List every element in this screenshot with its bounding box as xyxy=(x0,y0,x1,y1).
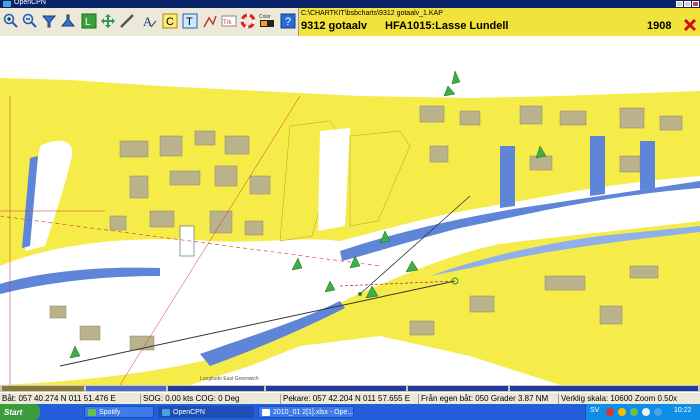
boat-position-status: Båt: 057 40.274 N 011 51.476 E xyxy=(2,394,116,403)
clock[interactable]: 10:22 xyxy=(674,407,692,414)
pencil-icon xyxy=(120,14,134,28)
move-arrows-icon xyxy=(101,14,115,28)
help-button[interactable]: ? xyxy=(279,11,297,31)
svg-text:T: T xyxy=(186,16,193,28)
track-button[interactable]: Trk xyxy=(220,11,238,31)
status-divider xyxy=(418,394,419,404)
language-indicator[interactable]: SV xyxy=(590,407,599,414)
tray-app-icon[interactable] xyxy=(630,408,638,416)
tray-network-icon[interactable] xyxy=(618,408,626,416)
pan-button[interactable]: L xyxy=(80,11,98,31)
scale-out-button[interactable] xyxy=(59,11,77,31)
funnel-down-icon xyxy=(41,15,57,28)
measure-button[interactable] xyxy=(118,11,136,31)
range-bearing-status: Från egen båt: 050 Grader 3.87 NM xyxy=(421,394,549,403)
status-divider xyxy=(558,394,559,404)
piano-key[interactable] xyxy=(510,386,698,391)
taskbar-item-spotify[interactable]: Spotify xyxy=(84,406,154,418)
font-a-icon: A xyxy=(143,14,157,29)
taskbar-item-label: OpenCPN xyxy=(173,409,205,416)
current-c-icon: C xyxy=(162,13,178,29)
drag-button[interactable] xyxy=(99,11,117,31)
green-square-icon: L xyxy=(81,13,97,29)
start-button[interactable]: Start xyxy=(0,404,40,420)
route-button[interactable] xyxy=(201,11,219,31)
piano-key-active[interactable] xyxy=(2,386,84,391)
funnel-up-icon xyxy=(60,14,76,27)
building-white xyxy=(179,225,195,257)
dock-basin xyxy=(640,141,655,190)
opencpn-icon xyxy=(162,409,170,416)
text-button[interactable]: A xyxy=(140,11,158,31)
system-tray: SV 10:22 xyxy=(585,404,700,420)
cursor-position-status: Pekare: 057 42.204 N 011 57.655 E xyxy=(283,394,411,403)
track-icon: Trk xyxy=(221,15,237,27)
color-palette-icon: Color xyxy=(259,14,274,27)
status-divider xyxy=(140,394,141,404)
help-question-icon: ? xyxy=(280,13,296,29)
nautical-chart[interactable]: Longitude East Greenwich xyxy=(0,36,700,385)
piano-key[interactable] xyxy=(408,386,508,391)
current-button[interactable]: C xyxy=(161,11,179,31)
dock-basin xyxy=(318,128,350,231)
status-divider xyxy=(280,394,281,404)
taskbar-item-label: Spotify xyxy=(99,409,121,416)
taskbar-item-label: 2010_01 2[1].xlsx - Ope... xyxy=(273,409,354,416)
maximize-button[interactable] xyxy=(684,1,691,7)
minimize-button[interactable] xyxy=(676,1,683,7)
taskbar: Start Spotify OpenCPN 2010_01 2[1].xlsx … xyxy=(0,404,700,420)
tide-button[interactable]: T xyxy=(181,11,199,31)
lifebuoy-icon xyxy=(240,13,256,29)
taskbar-item-opencpn[interactable]: OpenCPN xyxy=(158,406,254,418)
zoom-in-button[interactable] xyxy=(2,11,20,31)
spreadsheet-icon xyxy=(262,409,270,416)
start-label: Start xyxy=(4,407,23,417)
piano-key[interactable] xyxy=(86,386,166,391)
grid-label: Longitude East Greenwich xyxy=(200,376,259,382)
opencpn-app-icon xyxy=(3,1,11,7)
zoom-out-button[interactable] xyxy=(21,11,39,31)
piano-key[interactable] xyxy=(266,386,406,391)
svg-text:?: ? xyxy=(285,16,291,28)
dock-basin xyxy=(590,136,605,196)
tray-shield-icon[interactable] xyxy=(606,408,614,416)
waypoint-marker[interactable] xyxy=(358,292,362,296)
chart-publication: HFA1015:Lasse Lundell xyxy=(385,20,509,32)
tray-volume-icon[interactable] xyxy=(642,408,650,416)
scale-in-button[interactable] xyxy=(40,11,58,31)
chart-piano-bar xyxy=(0,385,700,392)
svg-text:Trk: Trk xyxy=(223,20,232,26)
color-scheme-button[interactable]: Color xyxy=(258,11,276,31)
piano-key[interactable] xyxy=(168,386,264,391)
zoom-out-icon xyxy=(22,13,37,28)
svg-text:L: L xyxy=(85,17,91,28)
taskbar-item-spreadsheet[interactable]: 2010_01 2[1].xlsx - Ope... xyxy=(258,406,354,418)
chart-edition: 1908 xyxy=(647,20,672,32)
close-chart-icon[interactable] xyxy=(683,18,697,32)
scale-zoom-status: Verklig skala: 10600 Zoom 0.50x xyxy=(561,394,678,403)
spotify-icon xyxy=(88,409,96,416)
chart-canvas[interactable]: Longitude East Greenwich xyxy=(0,36,700,385)
window-titlebar: OpenCPN xyxy=(0,0,700,8)
route-icon xyxy=(203,15,217,28)
svg-text:C: C xyxy=(166,16,174,28)
man-overboard-button[interactable] xyxy=(239,11,257,31)
window-title: OpenCPN xyxy=(14,0,46,6)
sog-cog-status: SOG: 0.00 kts COG: 0 Deg xyxy=(143,394,240,403)
close-window-button[interactable] xyxy=(692,1,699,7)
svg-text:Color: Color xyxy=(259,14,271,20)
tray-app-icon[interactable] xyxy=(654,408,662,416)
chart-file-path: C:\CHARTKIT\bsbcharts\9312 gotaalv_1.KAP xyxy=(301,10,443,17)
dock-basin xyxy=(500,146,515,208)
chart-info-bar: C:\CHARTKIT\bsbcharts\9312 gotaalv_1.KAP… xyxy=(298,8,700,36)
chart-name: 9312 gotaalv xyxy=(301,20,368,32)
tide-t-icon: T xyxy=(182,13,198,29)
zoom-in-icon xyxy=(3,13,18,28)
